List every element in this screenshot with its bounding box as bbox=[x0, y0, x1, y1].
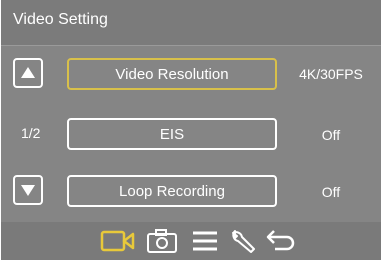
back-icon[interactable] bbox=[265, 228, 297, 254]
scroll-up-button[interactable] bbox=[13, 58, 43, 88]
scroll-down-button[interactable] bbox=[13, 175, 43, 205]
menu-icon[interactable] bbox=[191, 228, 219, 254]
setting-loop-recording-button[interactable]: Loop Recording bbox=[67, 175, 277, 207]
bottom-toolbar bbox=[1, 222, 381, 260]
setting-loop-recording-value: Off bbox=[321, 184, 341, 200]
page-indicator: 1/2 bbox=[21, 125, 41, 141]
setting-eis-button[interactable]: EIS bbox=[67, 118, 277, 150]
arrow-up-icon bbox=[21, 67, 35, 78]
wrench-icon[interactable] bbox=[229, 228, 257, 254]
setting-video-resolution-value: 4K/30FPS bbox=[299, 66, 363, 82]
setting-video-resolution-button[interactable]: Video Resolution bbox=[67, 58, 277, 90]
setting-eis-value: Off bbox=[321, 127, 341, 143]
camera-icon[interactable] bbox=[146, 228, 178, 254]
arrow-down-icon bbox=[21, 185, 35, 196]
page-title: Video Setting bbox=[13, 11, 108, 28]
video-camera-icon[interactable] bbox=[100, 228, 136, 254]
video-setting-screen: Video Setting 1/2 Video Resolution 4K/30… bbox=[1, 0, 381, 260]
title-bar: Video Setting bbox=[1, 0, 381, 46]
